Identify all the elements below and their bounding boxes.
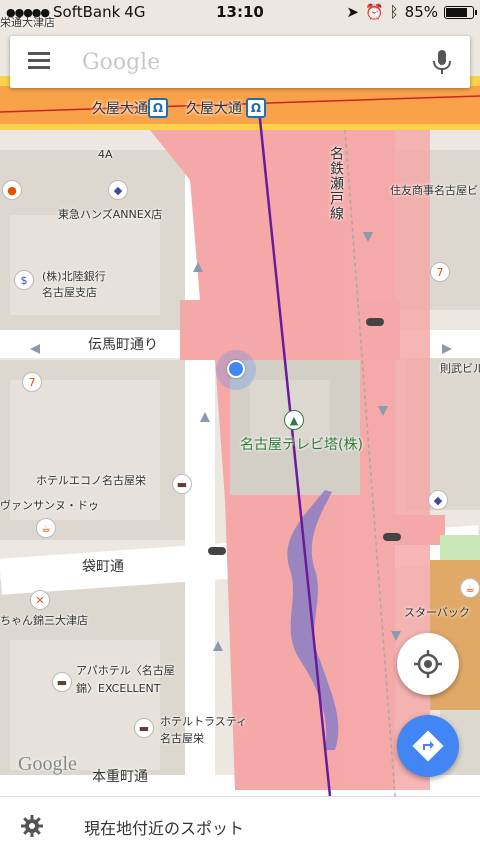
label-road-4a: 4A xyxy=(98,148,113,161)
label-hotel-trusty-sakae: 名古屋栄 xyxy=(160,732,204,745)
menu-icon[interactable] xyxy=(28,52,52,72)
label-fukuromachi-dori: 袋町通 xyxy=(82,559,124,575)
station-icon[interactable]: Ω xyxy=(148,98,168,118)
alarm-icon: ⏰ xyxy=(364,3,384,21)
battery-percent: 85% xyxy=(404,3,438,21)
hotel-icon[interactable]: ▬ xyxy=(134,718,154,738)
label-meitetsu-seto-line: 名鉄瀬戸線 xyxy=(328,146,344,221)
label-sumitomo: 住友商事名古屋ビ xyxy=(390,184,478,197)
google-logo: Google xyxy=(18,753,77,775)
convenience-store-icon[interactable]: 7 xyxy=(430,262,450,282)
location-arrow-icon: ➤ xyxy=(346,3,359,21)
my-location-button[interactable] xyxy=(397,633,459,695)
label-hotel-trusty: ホテルトラスティ xyxy=(160,715,248,728)
settings-icon[interactable] xyxy=(20,814,44,838)
current-location-marker[interactable] xyxy=(227,360,245,378)
mic-icon[interactable] xyxy=(430,48,454,76)
bluetooth-icon: ᛒ xyxy=(389,3,399,21)
bottom-bar[interactable]: 現在地付近のスポット xyxy=(0,796,480,853)
label-tv-tower: 名古屋テレビ塔(株) xyxy=(240,437,363,453)
label-apa-hotel-excellent: 錦〉EXCELLENT xyxy=(76,682,161,695)
battery-icon xyxy=(444,5,477,19)
bank-icon[interactable]: $ xyxy=(14,270,34,290)
nearby-spots-label[interactable]: 現在地付近のスポット xyxy=(84,815,244,839)
label-hokuriku-bank: (株)北陸銀行 xyxy=(42,270,106,283)
label-chanko: ちゃん錦三大津店 xyxy=(0,614,88,627)
station-icon[interactable]: Ω xyxy=(246,98,266,118)
directions-button[interactable] xyxy=(397,715,459,777)
restaurant-icon[interactable]: ✕ xyxy=(30,590,50,610)
search-bar[interactable] xyxy=(10,36,470,88)
label-hotel-econo: ホテルエコノ名古屋栄 xyxy=(36,474,146,487)
label-hisaya-odori-2: 久屋大通 xyxy=(186,101,242,117)
label-hokuriku-bank-branch: 名古屋支店 xyxy=(42,286,97,299)
label-honjumachi-dori: 本重町通 xyxy=(92,769,148,785)
search-input[interactable] xyxy=(82,44,402,80)
cafe-icon[interactable]: ☕ xyxy=(36,518,56,538)
tree-icon[interactable]: ▲ xyxy=(284,410,304,430)
status-bar: ●●●●● SoftBank 4G 13:10 ➤ ⏰ ᛒ 85% xyxy=(0,0,480,24)
label-tenmacho-dori: 伝馬町通り xyxy=(88,337,158,353)
my-location-icon xyxy=(414,650,442,678)
label-starbucks: スターバック xyxy=(404,606,470,619)
label-vansan: ヴァンサンヌ・ドゥ xyxy=(0,499,99,512)
hotel-icon[interactable]: ▬ xyxy=(172,474,192,494)
hotel-icon[interactable]: ▬ xyxy=(52,672,72,692)
shopping-bag-icon[interactable]: ◆ xyxy=(108,180,128,200)
label-tokyu-hands: 東急ハンズANNEX店 xyxy=(58,208,163,221)
battery-fill xyxy=(446,7,467,17)
label-hisaya-odori: 久屋大通 xyxy=(92,101,148,117)
directions-icon xyxy=(412,730,444,762)
convenience-store-icon[interactable]: 7 xyxy=(22,372,42,392)
label-apa-hotel: アパホテル〈名古屋 xyxy=(76,664,175,677)
shop-icon[interactable]: ● xyxy=(2,180,22,200)
cafe-icon[interactable]: ☕ xyxy=(460,578,480,598)
shopping-bag-icon[interactable]: ◆ xyxy=(428,490,448,510)
label-norifu-bldg: 則武ビル xyxy=(440,362,480,375)
